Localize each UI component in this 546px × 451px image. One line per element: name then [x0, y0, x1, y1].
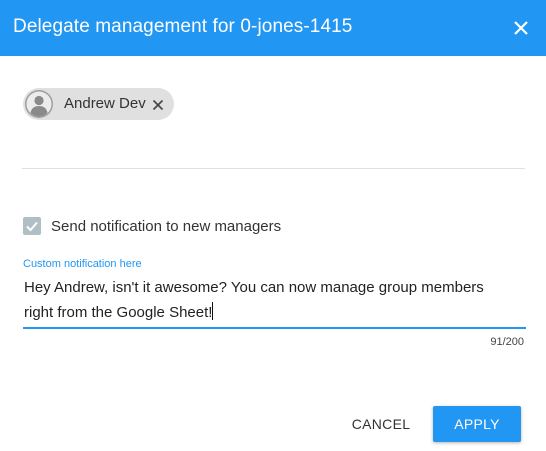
remove-manager-icon[interactable]: [152, 98, 164, 111]
message-line-1: Hey Andrew, isn't it awesome? You can no…: [24, 279, 484, 296]
message-line-2-text: right from the Google Sheet!: [24, 304, 213, 321]
dialog-title: Delegate management for 0-jones-1415: [13, 16, 353, 37]
delegate-management-dialog: Delegate management for 0-jones-1415 And…: [0, 0, 546, 451]
custom-notification-label: Custom notification here: [23, 258, 142, 270]
cancel-button[interactable]: CANCEL: [343, 406, 419, 442]
divider: [22, 168, 525, 169]
custom-notification-textarea[interactable]: Hey Andrew, isn't it awesome? You can no…: [24, 275, 524, 325]
textarea-underline: [23, 327, 526, 329]
apply-button[interactable]: APPLY: [433, 406, 521, 442]
character-counter: 91/200: [490, 336, 524, 348]
manager-chip-label: Andrew Dev: [64, 95, 146, 112]
send-notification-label: Send notification to new managers: [51, 218, 282, 235]
person-icon: [24, 89, 54, 119]
manager-chip: Andrew Dev: [23, 88, 174, 120]
message-line-2: right from the Google Sheet!: [24, 300, 524, 325]
text-caret: [212, 302, 214, 320]
dialog-header: Delegate management for 0-jones-1415: [0, 0, 546, 56]
send-notification-checkbox[interactable]: [23, 217, 41, 235]
close-icon[interactable]: [506, 13, 536, 43]
